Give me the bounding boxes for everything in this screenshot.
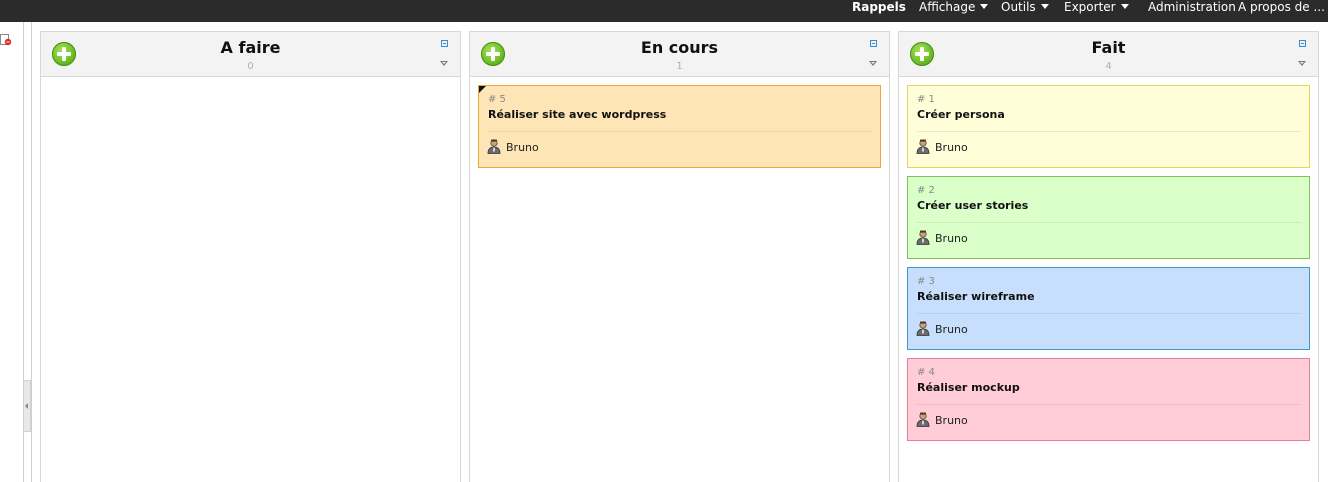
user-icon (916, 321, 930, 336)
column-header: Fait 4 (899, 32, 1318, 77)
task-card[interactable]: # 5 Réaliser site avec wordpress Bruno (478, 85, 881, 168)
collapse-arrow-icon[interactable] (440, 61, 448, 66)
column-title: A faire (220, 38, 281, 57)
menu-affichage[interactable]: Affichage (919, 0, 989, 14)
menu-outils[interactable]: Outils (1001, 0, 1049, 14)
panel-divider (31, 22, 32, 482)
card-title: Créer user stories (917, 199, 1029, 212)
column-header: A faire 0 (41, 32, 460, 77)
card-separator (917, 404, 1301, 405)
menu-exporter-label: Exporter (1064, 0, 1116, 14)
column-count: 0 (247, 61, 254, 72)
menu-administration[interactable]: Administration (1148, 0, 1236, 14)
left-panel-collapsed (0, 22, 14, 482)
column-fait: Fait 4 # 1 Créer persona Bruno # 2 Créer… (898, 31, 1319, 482)
card-owner: Bruno (935, 323, 968, 336)
card-number: # 4 (917, 367, 935, 378)
menu-rappels[interactable]: Rappels (852, 0, 906, 14)
card-title: Réaliser wireframe (917, 290, 1035, 303)
card-separator (488, 131, 872, 132)
card-owner: Bruno (506, 141, 539, 154)
card-number: # 3 (917, 276, 935, 287)
caret-down-icon (980, 4, 989, 9)
column-header: En cours 1 (470, 32, 889, 77)
card-owner: Bruno (935, 232, 968, 245)
collapse-arrow-icon[interactable] (869, 61, 877, 66)
card-separator (917, 313, 1301, 314)
card-number: # 1 (917, 94, 935, 105)
column-en-cours: En cours 1 # 5 Réaliser site avec wordpr… (469, 31, 890, 482)
document-error-icon[interactable] (0, 34, 12, 46)
column-a-faire: A faire 0 (40, 31, 461, 482)
card-owner: Bruno (935, 414, 968, 427)
card-title: Créer persona (917, 108, 1005, 121)
user-icon (916, 139, 930, 154)
card-title: Réaliser mockup (917, 381, 1020, 394)
user-icon (916, 412, 930, 427)
column-count: 4 (1105, 61, 1112, 72)
task-card[interactable]: # 1 Créer persona Bruno (907, 85, 1310, 168)
card-corner-marker (479, 86, 486, 93)
expand-icon[interactable] (1299, 40, 1306, 47)
caret-down-icon (1120, 4, 1129, 9)
chevron-left-icon (25, 403, 28, 409)
task-card[interactable]: # 2 Créer user stories Bruno (907, 176, 1310, 259)
collapse-arrow-icon[interactable] (1298, 61, 1306, 66)
user-icon (916, 230, 930, 245)
card-title: Réaliser site avec wordpress (488, 108, 667, 121)
top-menu-bar: Rappels Affichage Outils Exporter Admini… (0, 0, 1328, 22)
expand-icon[interactable] (870, 40, 877, 47)
card-separator (917, 131, 1301, 132)
menu-a-propos[interactable]: A propos de ... (1238, 0, 1325, 14)
column-title: Fait (1091, 38, 1126, 57)
user-icon (487, 139, 501, 154)
menu-outils-label: Outils (1001, 0, 1036, 14)
caret-down-icon (1040, 4, 1049, 9)
column-title: En cours (640, 38, 719, 57)
card-separator (917, 222, 1301, 223)
task-card[interactable]: # 4 Réaliser mockup Bruno (907, 358, 1310, 441)
card-number: # 2 (917, 185, 935, 196)
expand-icon[interactable] (441, 40, 448, 47)
splitter-handle[interactable] (23, 380, 31, 432)
column-count: 1 (676, 61, 683, 72)
card-number: # 5 (488, 94, 506, 105)
menu-exporter[interactable]: Exporter (1064, 0, 1129, 14)
menu-affichage-label: Affichage (919, 0, 976, 14)
card-owner: Bruno (935, 141, 968, 154)
task-card[interactable]: # 3 Réaliser wireframe Bruno (907, 267, 1310, 350)
